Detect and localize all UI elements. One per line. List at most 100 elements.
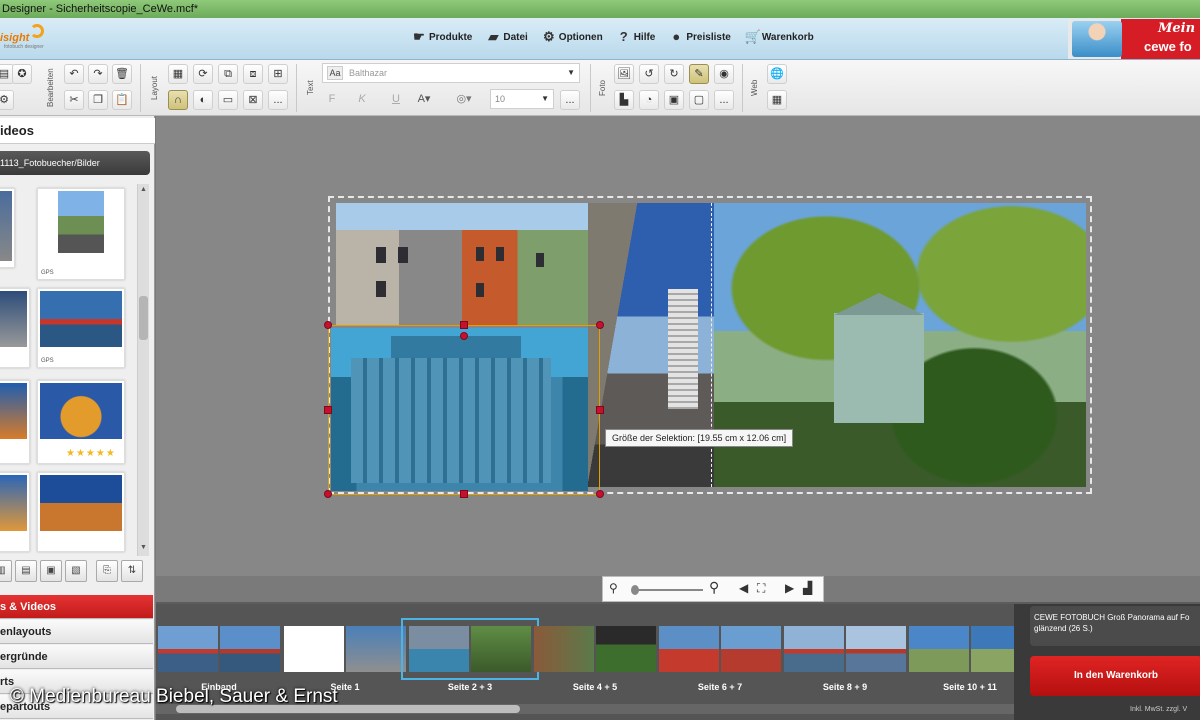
zoom-in-icon[interactable]: ⚲ xyxy=(709,579,719,596)
shadow-button[interactable]: ▭ xyxy=(218,90,238,110)
view-large-icon[interactable]: ▣ xyxy=(40,560,62,582)
resize-handle-right[interactable] xyxy=(596,406,604,414)
photo-edit-button[interactable]: ✎ xyxy=(689,64,709,84)
next-page-icon[interactable]: ▶ xyxy=(785,581,794,595)
text-style-button[interactable]: ◎▾ xyxy=(454,90,474,110)
import-icon[interactable]: ⎘ xyxy=(96,560,118,582)
photo-thumbnail[interactable] xyxy=(37,472,125,552)
scroll-up-icon[interactable]: ▲ xyxy=(140,186,147,193)
zoom-out-icon[interactable]: ⚲ xyxy=(609,581,618,595)
tab-fotos-videos[interactable]: s & Videos xyxy=(0,595,153,619)
photo-color-button[interactable]: ▙ xyxy=(614,90,634,110)
paste-button[interactable]: 📋 xyxy=(112,90,132,110)
panel-title-text: ideos xyxy=(0,123,34,138)
zoom-slider[interactable] xyxy=(633,589,703,591)
settings-button[interactable]: ⚙ xyxy=(0,90,14,110)
cewe-banner[interactable]: Mein cewe fo xyxy=(1068,19,1200,59)
folder-path[interactable]: 1113_Fotobuecher/Bilder xyxy=(0,151,150,175)
photo-victorian-houses[interactable] xyxy=(336,203,588,325)
photo-effect-button[interactable]: ◉ xyxy=(714,64,734,84)
photo-rotate-left-button[interactable]: ↺ xyxy=(639,64,659,84)
copy-button[interactable]: ❐ xyxy=(88,90,108,110)
remove-frame-button[interactable]: ⊠ xyxy=(243,90,263,110)
filmstrip-page-2-3[interactable]: Seite 2 + 3 xyxy=(401,618,539,692)
bookmark-button[interactable]: ✪ xyxy=(12,64,32,84)
photo-thumbnail[interactable] xyxy=(0,288,30,368)
undo-button[interactable]: ↶ xyxy=(64,64,84,84)
menu-hilfe[interactable]: ? Hilfe xyxy=(617,30,656,44)
clip-button[interactable]: ◐ xyxy=(193,90,213,110)
tab-seitenlayouts[interactable]: enlayouts xyxy=(0,620,153,644)
photo-thumbnail[interactable] xyxy=(0,188,15,268)
page-view-icon[interactable]: ▟ xyxy=(803,581,812,595)
zoom-slider-knob[interactable] xyxy=(631,585,639,595)
photo-insert-button[interactable]: 🖼 xyxy=(614,64,634,84)
thumb-image xyxy=(40,383,122,439)
grid-button[interactable]: ▦ xyxy=(168,64,188,84)
photo-thumbnail[interactable]: GPS xyxy=(37,188,125,280)
font-size-select[interactable]: 10 ▼ xyxy=(490,89,554,109)
menu-warenkorb[interactable]: 🛒 Warenkorb xyxy=(745,30,814,44)
view-grid-icon[interactable]: ▤ xyxy=(15,560,37,582)
front-button[interactable]: ⧉ xyxy=(218,64,238,84)
font-family-select[interactable]: Aa Balthazar ▼ xyxy=(322,63,580,83)
resize-handle-top[interactable] xyxy=(460,321,468,329)
filmstrip-page-10-11[interactable]: Seite 10 + 11 xyxy=(909,626,1031,692)
view-list-icon[interactable]: ▥ xyxy=(0,560,12,582)
filmstrip-page-8-9[interactable]: Seite 8 + 9 xyxy=(784,626,906,692)
sort-icon[interactable]: ⇅ xyxy=(121,560,143,582)
add-to-cart-button[interactable]: In den Warenkorb xyxy=(1030,656,1200,696)
menu-optionen[interactable]: ⚙ Optionen xyxy=(542,30,603,44)
filmstrip-page-einband[interactable]: Einband xyxy=(158,626,280,692)
resize-handle-bottom-left[interactable] xyxy=(324,490,332,498)
photo-more-button[interactable]: ... xyxy=(714,90,734,110)
bold-button[interactable]: F xyxy=(322,90,342,110)
rotate-handle[interactable] xyxy=(460,332,468,340)
photo-thumbnail[interactable] xyxy=(0,472,30,552)
text-more-button[interactable]: ... xyxy=(560,90,580,110)
photo-crop-button[interactable]: ◔ xyxy=(639,90,659,110)
italic-button[interactable]: K xyxy=(352,90,372,110)
photo-rotate-right-button[interactable]: ↻ xyxy=(664,64,684,84)
menu-produkte[interactable]: ☛ Produkte xyxy=(412,30,472,44)
back-button[interactable]: ⧈ xyxy=(243,64,263,84)
fit-page-icon[interactable]: ⛶ xyxy=(757,581,765,596)
filmstrip-page-6-7[interactable]: Seite 6 + 7 xyxy=(659,626,781,692)
left-panel: ideos 1113_Fotobuecher/Bilder GPS GPS ★★… xyxy=(0,116,155,720)
align-button[interactable]: ⊞ xyxy=(268,64,288,84)
cut-button[interactable]: ✂ xyxy=(64,90,84,110)
photo-thumbnail[interactable]: GPS xyxy=(37,288,125,368)
scroll-down-icon[interactable]: ▼ xyxy=(140,544,147,551)
thumbnail-scrollbar[interactable]: ▲ ▼ xyxy=(137,184,149,556)
filmstrip-page-4-5[interactable]: Seite 4 + 5 xyxy=(534,626,656,692)
filmstrip-label: Seite 4 + 5 xyxy=(572,682,618,692)
redo-button[interactable]: ↷ xyxy=(88,64,108,84)
underline-button[interactable]: U xyxy=(386,90,406,110)
resize-handle-bottom-right[interactable] xyxy=(596,490,604,498)
page-thumb-left xyxy=(284,626,344,672)
resize-handle-bottom[interactable] xyxy=(460,490,468,498)
map-icon[interactable]: ▦ xyxy=(767,90,787,110)
resize-handle-top-right[interactable] xyxy=(596,321,604,329)
photo-thumbnail[interactable]: ★★★★★ xyxy=(37,380,125,464)
tab-hintergruende[interactable]: ergründe xyxy=(0,645,153,669)
photo-border-button[interactable]: ▢ xyxy=(689,90,709,110)
delete-button[interactable]: 🗑 xyxy=(112,64,132,84)
resize-handle-left[interactable] xyxy=(324,406,332,414)
filmstrip-page-1[interactable]: Seite 1 xyxy=(284,626,406,692)
menu-preisliste[interactable]: ● Preisliste xyxy=(669,30,730,44)
toolbar-group-web: Web xyxy=(750,79,759,97)
view-detail-icon[interactable]: ▧ xyxy=(65,560,87,582)
rotate-button[interactable]: ⟳ xyxy=(193,64,213,84)
resize-handle-top-left[interactable] xyxy=(324,321,332,329)
menu-produkte-label: Produkte xyxy=(429,31,473,43)
globe-icon[interactable]: 🌐 xyxy=(767,64,787,84)
menu-datei[interactable]: ▰ Datei xyxy=(486,30,527,44)
layout-more-button[interactable]: ... xyxy=(268,90,288,110)
previous-page-icon[interactable]: ◀ xyxy=(739,581,748,595)
photo-thumbnail[interactable] xyxy=(0,380,30,464)
text-color-button[interactable]: A▾ xyxy=(414,90,434,110)
scrollbar-thumb[interactable] xyxy=(139,296,148,340)
photo-frame-button[interactable]: ▣ xyxy=(664,90,684,110)
magnet-button[interactable]: ∩ xyxy=(168,90,188,110)
